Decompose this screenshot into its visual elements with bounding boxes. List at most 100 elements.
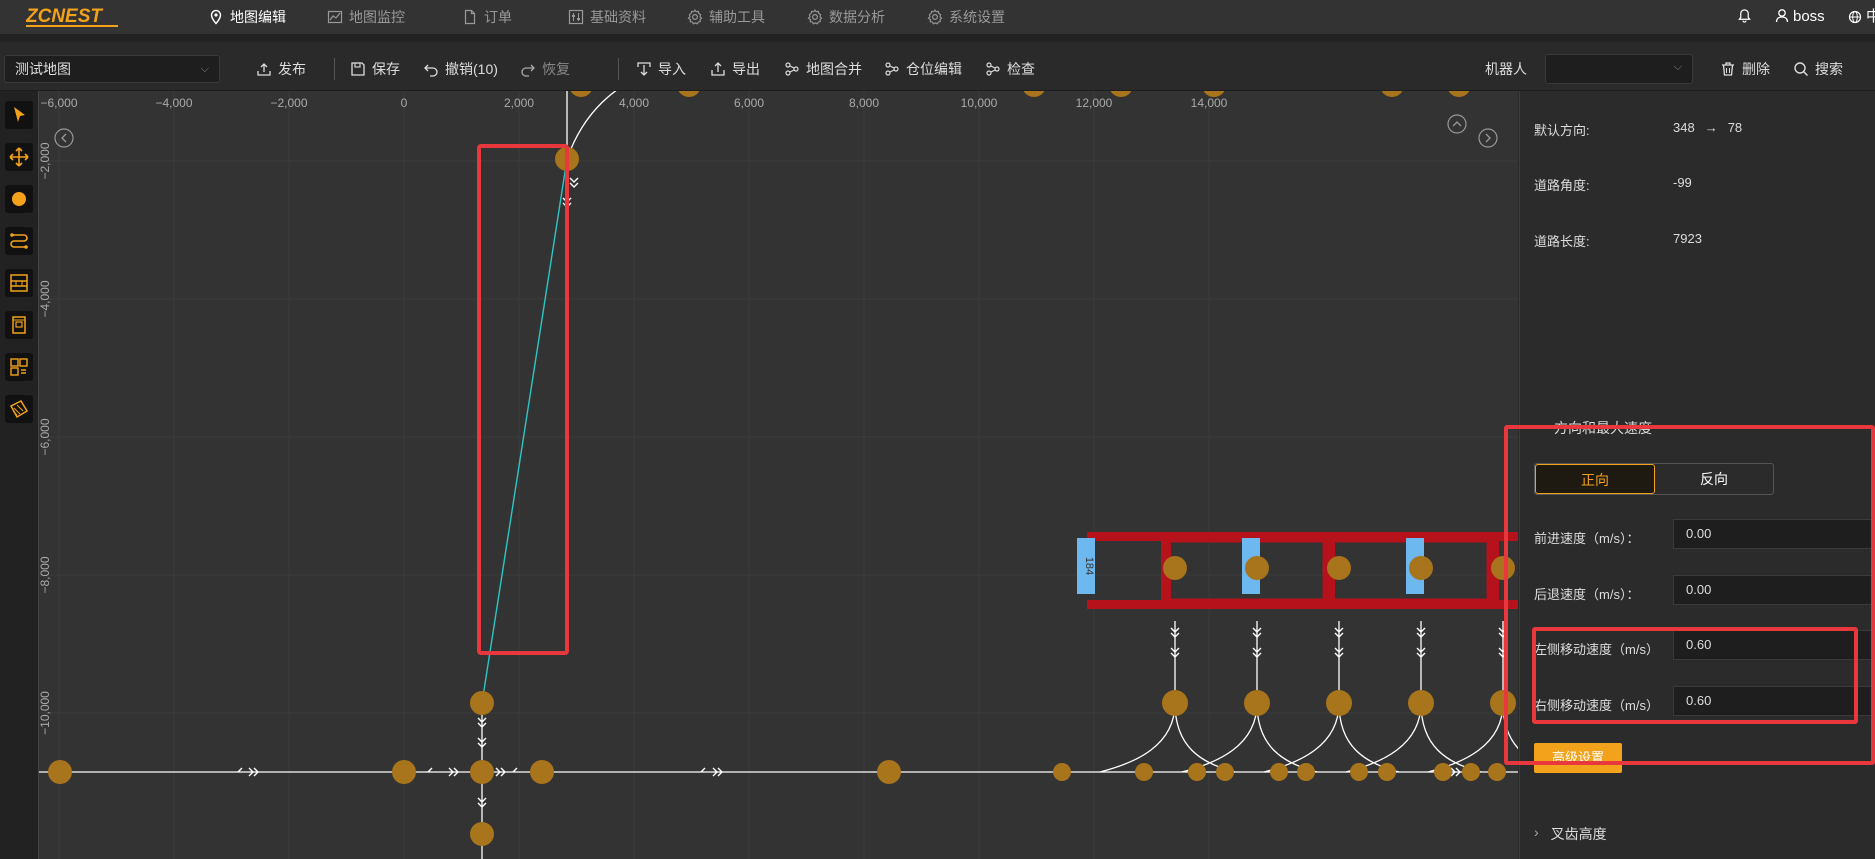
map-node[interactable] xyxy=(392,760,416,784)
y-axis-labels: −2,000 −4,000 −6,000 −8,000 −10,000 xyxy=(39,142,52,735)
map-node[interactable] xyxy=(1297,763,1315,781)
map-node[interactable] xyxy=(1409,556,1433,580)
map-node[interactable] xyxy=(1270,763,1288,781)
map-nodes[interactable] xyxy=(48,91,1516,846)
map-select-value: 测试地图 xyxy=(15,61,71,77)
location-tag[interactable]: 184 xyxy=(1077,538,1095,594)
map-node[interactable] xyxy=(877,760,901,784)
speed-section-header[interactable]: 方向和最大速度 xyxy=(1554,418,1652,438)
map-node[interactable] xyxy=(1408,690,1434,716)
undo-label: 撤销(10) xyxy=(445,61,498,77)
map-select[interactable]: 测试地图 ⌵ xyxy=(4,55,220,83)
area-tool-button[interactable] xyxy=(5,395,33,423)
backward-speed-input[interactable]: 0.00 xyxy=(1673,575,1875,605)
map-node[interactable] xyxy=(1380,91,1404,97)
route-tool-button[interactable] xyxy=(5,227,33,255)
nav-map-monitor[interactable]: 地图监控 xyxy=(327,0,405,34)
map-node[interactable] xyxy=(1216,763,1234,781)
node-link-icon xyxy=(885,62,899,76)
group-tool-button[interactable] xyxy=(5,353,33,381)
map-node[interactable] xyxy=(1434,763,1452,781)
pan-left-button[interactable] xyxy=(54,128,74,148)
map-node[interactable] xyxy=(1109,91,1133,97)
map-toolbar: 测试地图 ⌵ 发布 保存 撤销(10) 恢复 导入 导出 地图合并 仓位编辑 检… xyxy=(0,42,1875,91)
import-button[interactable]: 导入 xyxy=(636,55,686,83)
redo-button[interactable]: 恢复 xyxy=(520,55,570,83)
x-tick-label: 10,000 xyxy=(961,96,998,110)
select-tool-button[interactable] xyxy=(5,101,33,129)
notification-bell[interactable] xyxy=(1737,0,1752,34)
map-node[interactable] xyxy=(1244,690,1270,716)
nav-data-analysis[interactable]: 数据分析 xyxy=(807,0,885,34)
selected-road[interactable] xyxy=(481,158,568,704)
map-node[interactable] xyxy=(48,760,72,784)
tab-reverse[interactable]: 反向 xyxy=(1655,464,1773,494)
user-menu[interactable]: boss xyxy=(1775,0,1825,34)
nav-base-data[interactable]: 基础资料 xyxy=(568,0,646,34)
map-merge-button[interactable]: 地图合并 xyxy=(784,55,862,83)
pan-right-button[interactable] xyxy=(1478,128,1498,148)
publish-button[interactable]: 发布 xyxy=(256,55,306,83)
advanced-settings-button[interactable]: 高级设置 xyxy=(1534,743,1622,773)
shelf-rack[interactable] xyxy=(1087,532,1518,609)
location-edit-button[interactable]: 仓位编辑 xyxy=(884,55,962,83)
map-node[interactable] xyxy=(1162,690,1188,716)
nav-aux-tools[interactable]: 辅助工具 xyxy=(687,0,765,34)
delete-button[interactable]: 删除 xyxy=(1720,55,1770,83)
fork-height-section[interactable]: › 叉齿高度 xyxy=(1534,824,1607,844)
language-switch[interactable]: 中 xyxy=(1848,0,1875,34)
nav-orders[interactable]: 订单 xyxy=(462,0,512,34)
map-canvas[interactable]: −6,000 −4,000 −2,000 0 2,000 4,000 6,000 8,000 1… xyxy=(39,91,1518,859)
left-tool-bar xyxy=(0,91,39,859)
forward-speed-input[interactable]: 0.00 xyxy=(1673,519,1875,549)
right-speed-input[interactable]: 0.60 xyxy=(1673,686,1875,716)
left-speed-input[interactable]: 0.60 xyxy=(1673,630,1875,660)
map-node[interactable] xyxy=(1326,690,1352,716)
map-node[interactable] xyxy=(1488,763,1506,781)
map-node[interactable] xyxy=(470,691,494,715)
forward-speed-label: 前进速度（m/s）： xyxy=(1534,531,1640,546)
storage-tool-button[interactable] xyxy=(5,311,33,339)
map-node[interactable] xyxy=(1022,91,1046,97)
nav-label: 地图监控 xyxy=(349,9,405,25)
point-tool-button[interactable] xyxy=(5,185,33,213)
map-node[interactable] xyxy=(569,91,593,97)
move-tool-button[interactable] xyxy=(5,143,33,171)
map-node[interactable] xyxy=(1462,763,1480,781)
y-tick-label: −6,000 xyxy=(39,418,52,455)
y-tick-label: −4,000 xyxy=(39,280,52,317)
shelf-tool-button[interactable] xyxy=(5,269,33,297)
map-svg[interactable]: −6,000 −4,000 −2,000 0 2,000 4,000 6,000 8,000 1… xyxy=(39,91,1518,859)
map-node[interactable] xyxy=(1447,91,1471,97)
storage-icon xyxy=(12,316,26,334)
road-network[interactable] xyxy=(39,91,1518,859)
map-node[interactable] xyxy=(1188,763,1206,781)
export-button[interactable]: 导出 xyxy=(710,55,760,83)
map-node[interactable] xyxy=(470,822,494,846)
map-node[interactable] xyxy=(1245,556,1269,580)
tab-forward[interactable]: 正向 xyxy=(1535,464,1655,494)
map-node[interactable] xyxy=(677,91,701,97)
search-button[interactable]: 搜索 xyxy=(1793,55,1843,83)
map-node[interactable] xyxy=(530,760,554,784)
map-node[interactable] xyxy=(1135,763,1153,781)
nav-label: 地图编辑 xyxy=(230,9,286,25)
map-node[interactable] xyxy=(1327,556,1351,580)
save-button[interactable]: 保存 xyxy=(350,55,400,83)
map-node[interactable] xyxy=(1350,763,1368,781)
x-tick-label: 14,000 xyxy=(1191,96,1228,110)
search-icon xyxy=(1794,62,1808,76)
pan-up-button[interactable] xyxy=(1447,114,1467,134)
map-node[interactable] xyxy=(1163,556,1187,580)
map-node[interactable] xyxy=(1053,763,1071,781)
map-node[interactable] xyxy=(1490,690,1516,716)
map-node[interactable] xyxy=(470,760,494,784)
check-button[interactable]: 检查 xyxy=(985,55,1035,83)
robot-select[interactable]: ⌵ xyxy=(1545,54,1693,84)
undo-button[interactable]: 撤销(10) xyxy=(423,55,498,83)
map-node[interactable] xyxy=(1378,763,1396,781)
map-node[interactable] xyxy=(1491,556,1515,580)
check-label: 检查 xyxy=(1007,61,1035,77)
nav-system-settings[interactable]: 系统设置 xyxy=(927,0,1005,34)
nav-map-edit[interactable]: 地图编辑 xyxy=(208,0,286,34)
